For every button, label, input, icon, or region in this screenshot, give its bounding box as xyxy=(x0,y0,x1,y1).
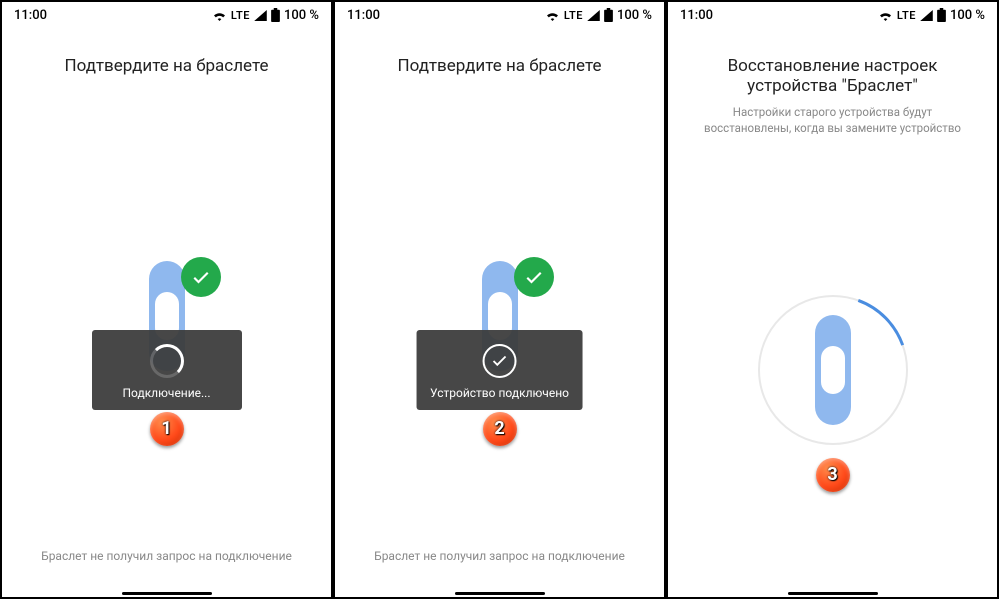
progress-ring xyxy=(753,290,913,450)
screen-3: 11:00 LTE 100 % Восстановление настроек … xyxy=(666,0,999,599)
screen-2: 11:00 LTE 100 % Подтвердите на браслете … xyxy=(333,0,666,599)
signal-icon xyxy=(587,10,600,21)
spinner-icon xyxy=(150,344,184,378)
step-marker: 1 xyxy=(150,412,184,446)
bracelet-face xyxy=(821,346,845,394)
toast-text: Устройство подключено xyxy=(430,386,569,400)
wifi-icon xyxy=(212,10,227,21)
signal-icon xyxy=(920,10,933,21)
signal-icon xyxy=(254,10,267,21)
wifi-icon xyxy=(545,10,560,21)
status-time: 11:00 xyxy=(347,8,380,23)
page-title: Подтвердите на браслете xyxy=(353,56,646,76)
battery-icon xyxy=(937,8,946,22)
status-bar: 11:00 LTE 100 % xyxy=(2,2,331,28)
lte-label: LTE xyxy=(231,9,250,22)
center-stage: Устройство подключено 2 xyxy=(335,82,664,549)
wifi-icon xyxy=(878,10,893,21)
center-stage: Подключение... 1 xyxy=(2,82,331,549)
status-bar: 11:00 LTE 100 % xyxy=(668,2,997,28)
battery-icon xyxy=(271,8,280,22)
status-indicators: LTE 100 % xyxy=(878,8,985,23)
status-time: 11:00 xyxy=(14,8,47,23)
check-ring-icon xyxy=(482,344,516,378)
bottom-help-link[interactable]: Браслет не получил запрос на подключение xyxy=(2,549,331,597)
battery-icon xyxy=(604,8,613,22)
lte-label: LTE xyxy=(564,9,583,22)
toast: Подключение... xyxy=(92,330,242,410)
screen-1: 11:00 LTE 100 % Подтвердите на браслете … xyxy=(0,0,333,599)
title-area: Восстановление настроек устройства "Брас… xyxy=(668,28,997,142)
lte-label: LTE xyxy=(897,9,916,22)
page-subtitle: Настройки старого устройства будут восст… xyxy=(686,104,979,136)
battery-percent: 100 % xyxy=(950,8,985,23)
bottom-help-link[interactable]: Браслет не получил запрос на подключение xyxy=(335,549,664,597)
center-stage: 3 xyxy=(668,142,997,597)
toast: Устройство подключено xyxy=(416,330,583,410)
page-title: Подтвердите на браслете xyxy=(20,56,313,76)
status-indicators: LTE 100 % xyxy=(212,8,319,23)
checkmark-badge-icon xyxy=(181,257,221,297)
status-bar: 11:00 LTE 100 % xyxy=(335,2,664,28)
home-indicator[interactable] xyxy=(455,592,545,595)
battery-percent: 100 % xyxy=(284,8,319,23)
title-area: Подтвердите на браслете xyxy=(2,28,331,82)
status-indicators: LTE 100 % xyxy=(545,8,652,23)
toast-text: Подключение... xyxy=(122,386,210,400)
step-marker: 3 xyxy=(816,458,850,492)
checkmark-badge-icon xyxy=(514,257,554,297)
home-indicator[interactable] xyxy=(788,592,878,595)
title-area: Подтвердите на браслете xyxy=(335,28,664,82)
battery-percent: 100 % xyxy=(617,8,652,23)
bracelet-illustration xyxy=(815,315,851,425)
page-title: Восстановление настроек устройства "Брас… xyxy=(686,56,979,96)
home-indicator[interactable] xyxy=(122,592,212,595)
status-time: 11:00 xyxy=(680,8,713,23)
step-marker: 2 xyxy=(483,412,517,446)
